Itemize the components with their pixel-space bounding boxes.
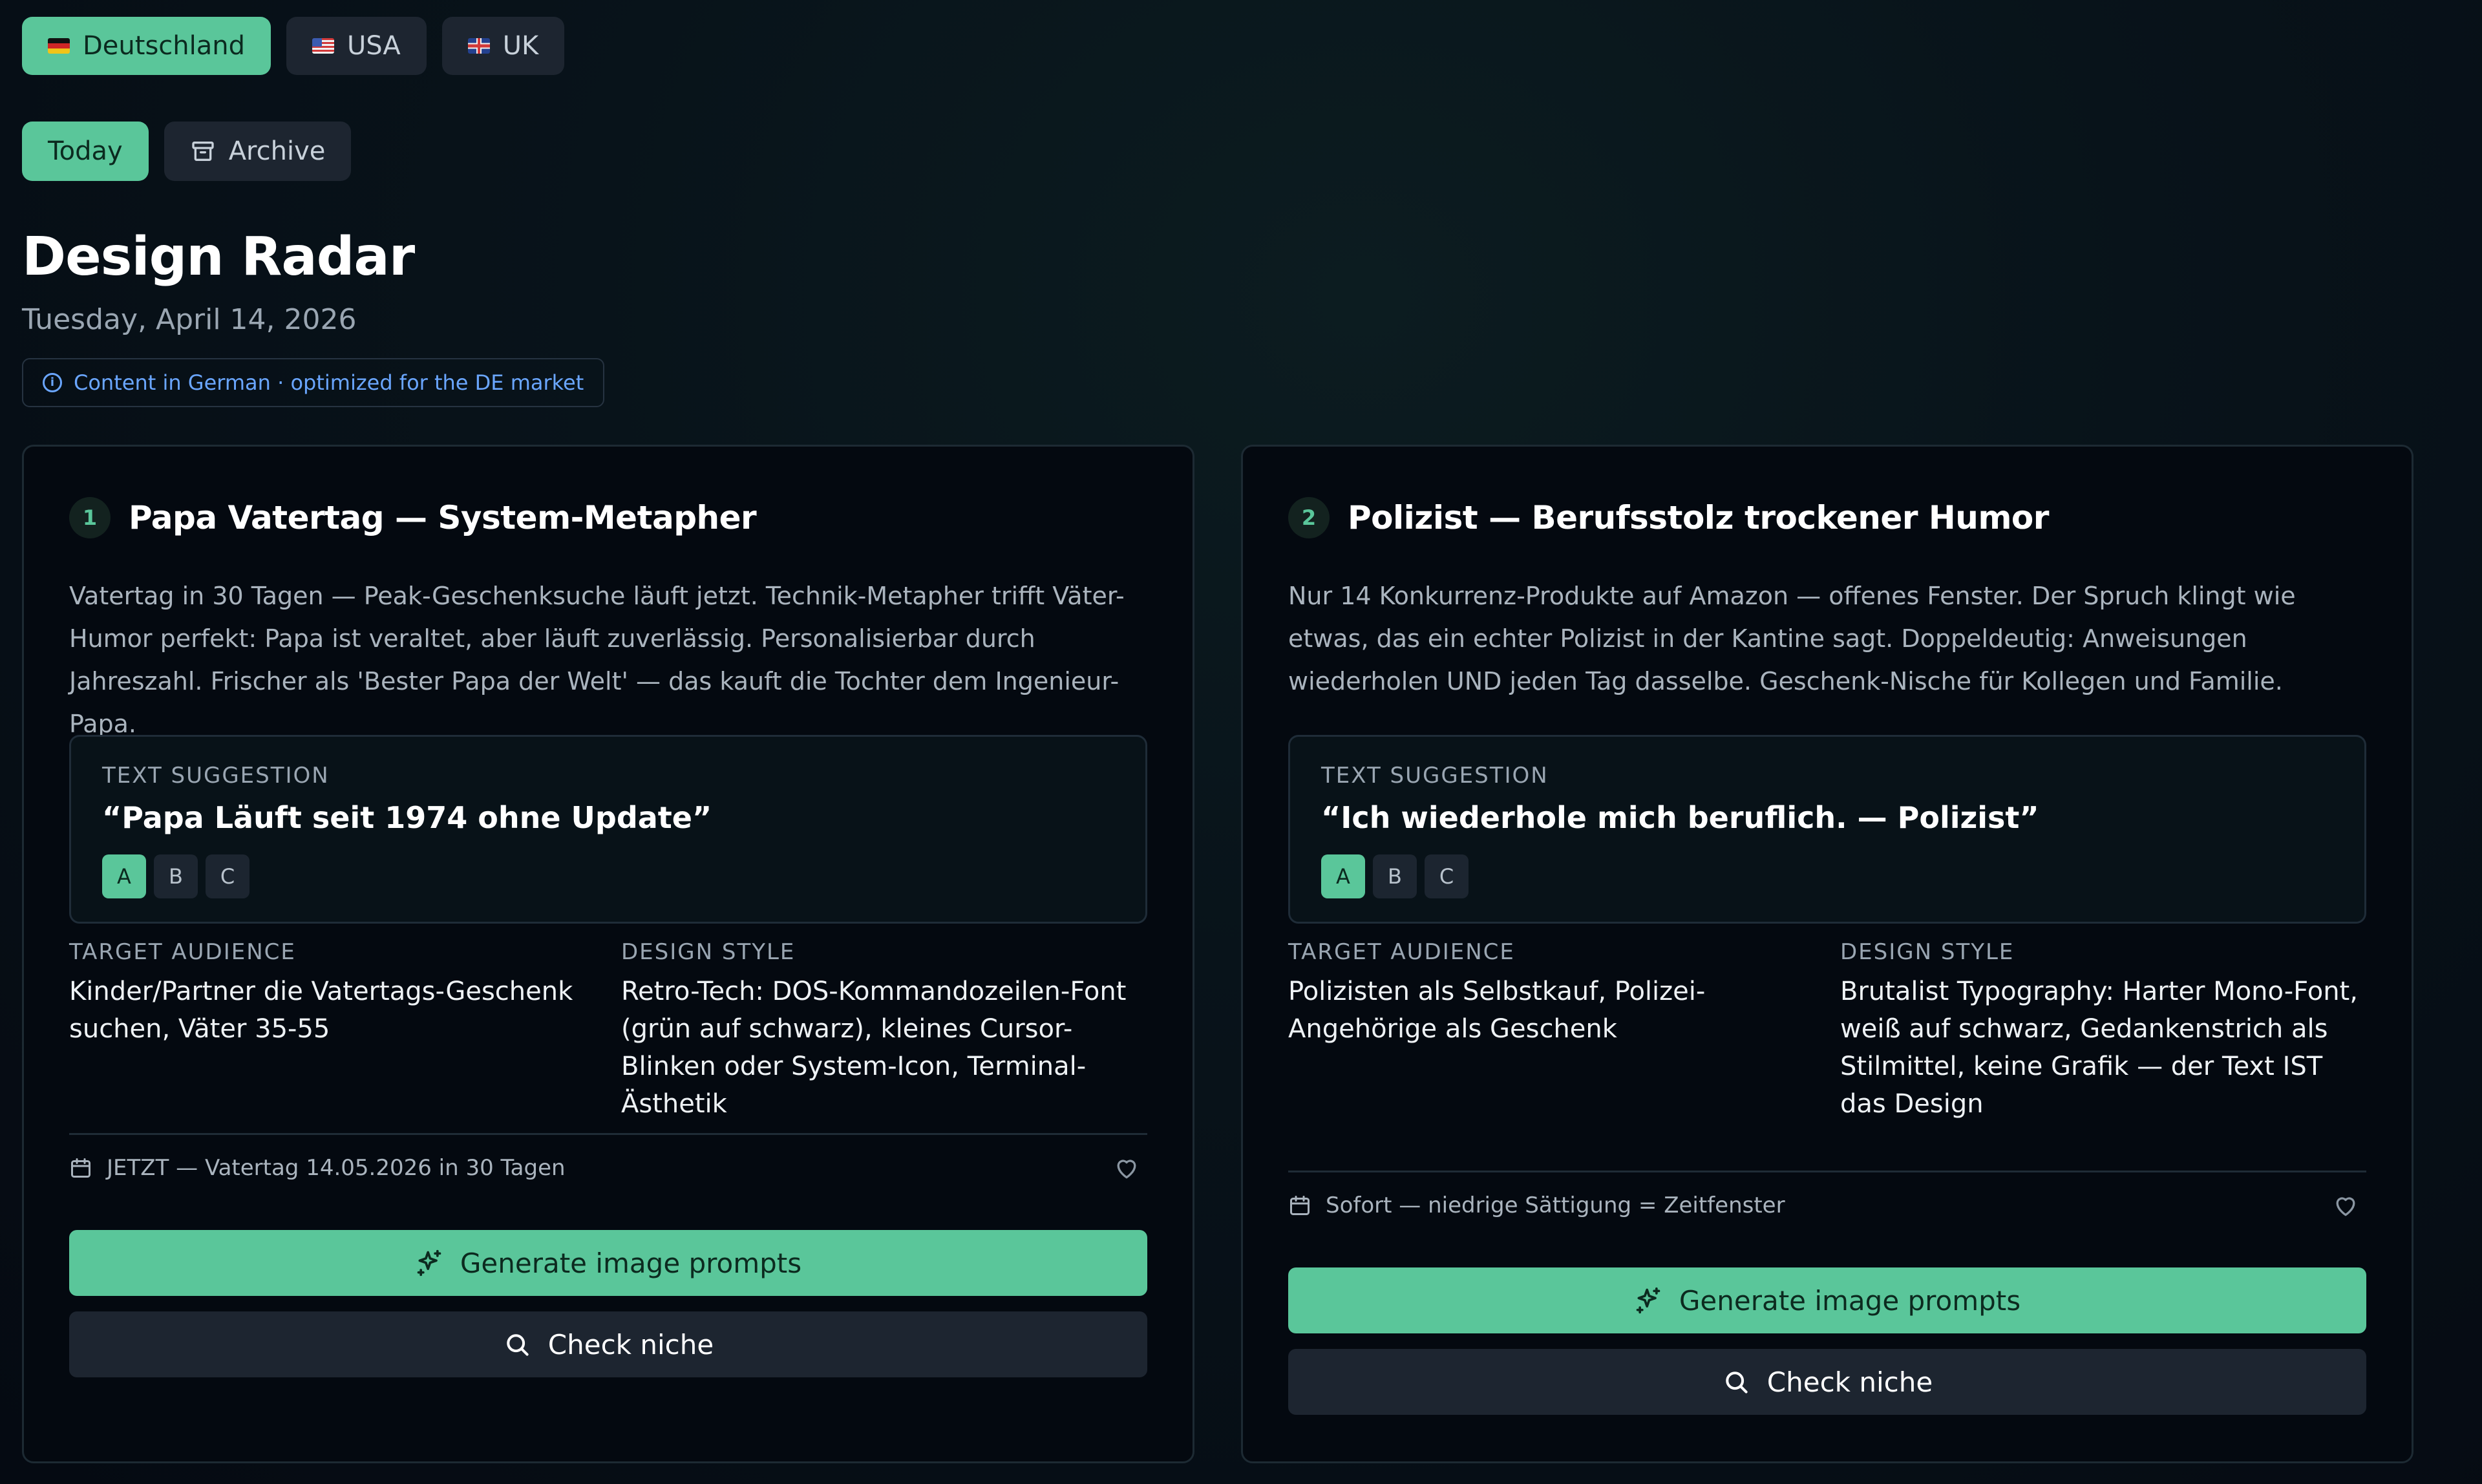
view-tabs: Today Archive xyxy=(22,122,2413,181)
text-suggestion-box: TEXT SUGGESTION “Ich wiederhole mich ber… xyxy=(1288,735,2366,924)
card-number: 1 xyxy=(69,497,111,538)
archive-icon xyxy=(192,142,214,161)
uk-flag-icon xyxy=(467,38,490,54)
divider xyxy=(69,1133,1147,1135)
target-audience-label: TARGET AUDIENCE xyxy=(69,939,296,965)
card-number: 2 xyxy=(1288,497,1330,538)
timing-info: Sofort — niedrige Sättigung = Zeitfenste… xyxy=(1288,1192,1785,1218)
tab-deutschland[interactable]: Deutschland xyxy=(22,17,271,75)
card-meta: TARGET AUDIENCE Polizisten als Selbstkau… xyxy=(1288,939,2366,1123)
today-label: Today xyxy=(48,136,123,166)
card-description: Nur 14 Konkurrenz-Produkte auf Amazon — … xyxy=(1288,582,2296,695)
today-button[interactable]: Today xyxy=(22,122,149,181)
us-flag-icon xyxy=(312,38,334,54)
target-audience-label: TARGET AUDIENCE xyxy=(1288,939,1515,965)
calendar-icon xyxy=(1290,1196,1310,1215)
timing-info: JETZT — Vatertag 14.05.2026 in 30 Tagen xyxy=(69,1155,566,1181)
variant-selector: A B C xyxy=(1321,854,1469,898)
target-audience-text: Kinder/Partner die Vatertags-Geschenk su… xyxy=(69,977,573,1044)
idea-card: 1 Papa Vatertag — System-Metapher Vatert… xyxy=(22,445,1194,1463)
search-icon xyxy=(1726,1372,1748,1394)
heart-icon[interactable] xyxy=(1112,1154,1141,1182)
text-suggestion: “Papa Läuft seit 1974 ohne Update” xyxy=(102,800,712,835)
text-suggestion-label: TEXT SUGGESTION xyxy=(102,763,330,789)
archive-label: Archive xyxy=(228,136,326,166)
variant-b-button[interactable]: B xyxy=(154,854,198,898)
target-audience: TARGET AUDIENCE Kinder/Partner die Vater… xyxy=(69,939,595,1123)
text-suggestion-label: TEXT SUGGESTION xyxy=(1321,763,1549,789)
search-icon xyxy=(507,1334,529,1356)
design-style: DESIGN STYLE Retro-Tech: DOS-Kommandozei… xyxy=(621,939,1147,1123)
card-header: 2 Polizist — Berufsstolz trockener Humor xyxy=(1288,497,2049,538)
info-badge: i Content in German · optimized for the … xyxy=(22,358,605,407)
tab-uk[interactable]: UK xyxy=(441,17,565,75)
card-header: 1 Papa Vatertag — System-Metapher xyxy=(69,497,757,538)
tab-label: Deutschland xyxy=(83,31,245,61)
check-niche-button[interactable]: Check niche xyxy=(1288,1349,2366,1415)
variant-c-button[interactable]: C xyxy=(1425,854,1469,898)
variant-c-button[interactable]: C xyxy=(206,854,249,898)
variant-a-button[interactable]: A xyxy=(1321,854,1365,898)
check-niche-label: Check niche xyxy=(547,1328,714,1361)
variant-selector: A B C xyxy=(102,854,249,898)
design-style-text: Retro-Tech: DOS-Kommandozeilen-Font (grü… xyxy=(621,977,1127,1119)
archive-button[interactable]: Archive xyxy=(164,122,352,181)
target-audience: TARGET AUDIENCE Polizisten als Selbstkau… xyxy=(1288,939,1814,1123)
page-title: Design Radar xyxy=(22,226,415,288)
variant-a-button[interactable]: A xyxy=(102,854,146,898)
design-style-label: DESIGN STYLE xyxy=(1840,939,2015,965)
tab-usa[interactable]: USA xyxy=(286,17,427,75)
check-niche-label: Check niche xyxy=(1766,1366,1933,1398)
generate-prompts-label: Generate image prompts xyxy=(1679,1284,2021,1317)
market-tabs: Deutschland USA UK xyxy=(22,17,2413,75)
variant-b-button[interactable]: B xyxy=(1373,854,1417,898)
sparkles-icon xyxy=(1636,1287,1660,1314)
tab-label: UK xyxy=(502,31,539,61)
heart-icon[interactable] xyxy=(2331,1191,2360,1220)
timing-text: Sofort — niedrige Sättigung = Zeitfenste… xyxy=(1326,1192,1785,1218)
design-style: DESIGN STYLE Brutalist Typography: Harte… xyxy=(1840,939,2366,1123)
idea-card: 2 Polizist — Berufsstolz trockener Humor… xyxy=(1241,445,2413,1463)
de-flag-icon xyxy=(48,38,70,54)
text-suggestion-box: TEXT SUGGESTION “Papa Läuft seit 1974 oh… xyxy=(69,735,1147,924)
generate-prompts-button[interactable]: Generate image prompts xyxy=(69,1230,1147,1296)
info-badge-text: Content in German · optimized for the DE… xyxy=(74,370,584,395)
info-icon: i xyxy=(43,373,62,392)
tab-label: USA xyxy=(347,31,401,61)
page-date: Tuesday, April 14, 2026 xyxy=(22,303,357,336)
text-suggestion: “Ich wiederhole mich beruflich. — Polizi… xyxy=(1321,800,2039,835)
check-niche-button[interactable]: Check niche xyxy=(69,1311,1147,1377)
generate-prompts-label: Generate image prompts xyxy=(460,1247,802,1279)
target-audience-text: Polizisten als Selbstkauf, Polizei-Angeh… xyxy=(1288,977,1706,1044)
page: Deutschland USA UK Today Archive Design … xyxy=(22,17,2413,407)
card-meta: TARGET AUDIENCE Kinder/Partner die Vater… xyxy=(69,939,1147,1123)
timing-text: JETZT — Vatertag 14.05.2026 in 30 Tagen xyxy=(107,1155,566,1181)
card-description: Vatertag in 30 Tagen — Peak-Geschenksuch… xyxy=(69,582,1125,738)
generate-prompts-button[interactable]: Generate image prompts xyxy=(1288,1267,2366,1333)
card-title: Polizist — Berufsstolz trockener Humor xyxy=(1348,499,2049,536)
calendar-icon xyxy=(71,1158,90,1178)
divider xyxy=(1288,1171,2366,1172)
design-style-text: Brutalist Typography: Harter Mono-Font, … xyxy=(1840,977,2358,1119)
sparkles-icon xyxy=(417,1249,441,1277)
card-title: Papa Vatertag — System-Metapher xyxy=(129,499,757,536)
design-style-label: DESIGN STYLE xyxy=(621,939,796,965)
